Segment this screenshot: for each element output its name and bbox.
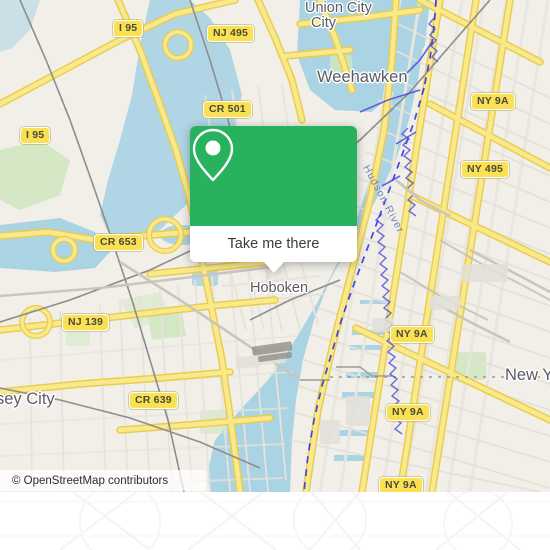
map-canvas[interactable]: Union City City Weehawken Hoboken sey Ci… bbox=[0, 0, 550, 492]
route-shield-ny9a-south: NY 9A bbox=[386, 404, 430, 421]
osm-attribution-text: © OpenStreetMap contributors bbox=[12, 474, 169, 487]
callout-card-pointer bbox=[263, 261, 285, 273]
destination-callout-card[interactable]: Take me there bbox=[190, 126, 357, 273]
route-shield-cr639: CR 639 bbox=[129, 392, 178, 409]
route-shield-ny9a-bottom: NY 9A bbox=[379, 477, 423, 492]
page-footer: Willow Ct S & Clinton, Hoboken, NJ 07030… bbox=[0, 492, 550, 550]
footer-watermark bbox=[0, 492, 550, 550]
route-shield-nj139: NJ 139 bbox=[62, 314, 110, 331]
route-shield-i95-north: I 95 bbox=[113, 20, 144, 37]
take-me-there-label: Take me there bbox=[227, 236, 320, 252]
route-shield-nj495: NJ 495 bbox=[207, 25, 255, 42]
route-shield-ny9a-mid: NY 9A bbox=[390, 326, 434, 343]
moovit-map-screenshot: Union City City Weehawken Hoboken sey Ci… bbox=[0, 0, 550, 550]
route-shield-cr501: CR 501 bbox=[203, 101, 252, 118]
osm-attribution[interactable]: © OpenStreetMap contributors bbox=[0, 470, 206, 491]
callout-card-body: Take me there bbox=[190, 126, 357, 262]
route-shield-cr653: CR 653 bbox=[94, 234, 143, 251]
route-shield-ny9a-north: NY 9A bbox=[471, 93, 515, 110]
callout-card-footer[interactable]: Take me there bbox=[190, 226, 357, 262]
route-shield-i95-west: I 95 bbox=[20, 127, 51, 144]
callout-card-header bbox=[190, 126, 357, 226]
route-shield-ny495: NY 495 bbox=[461, 161, 510, 178]
